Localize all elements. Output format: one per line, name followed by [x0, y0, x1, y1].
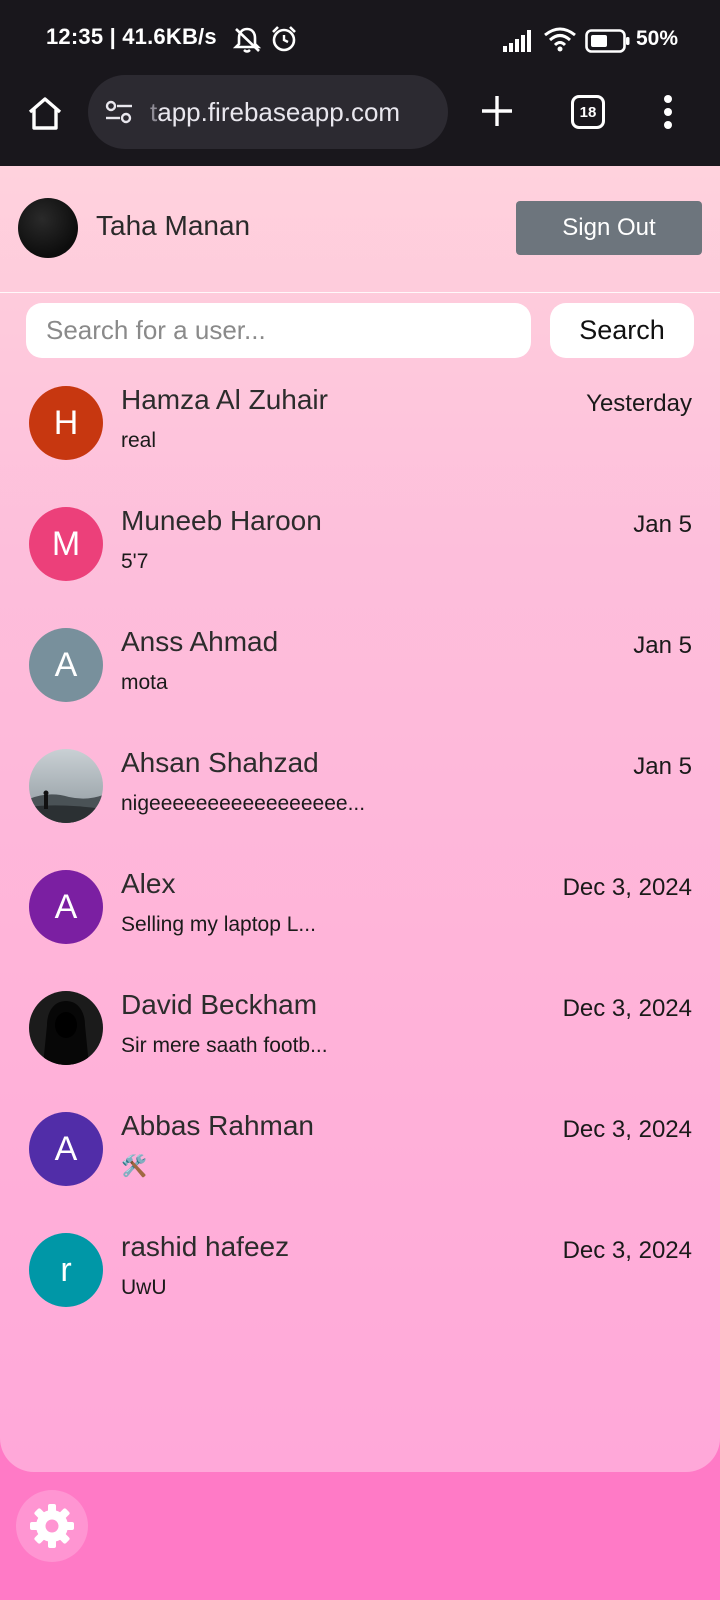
avatar-photo [29, 749, 103, 823]
chat-timestamp: Dec 3, 2024 [562, 874, 692, 901]
sign-out-button[interactable]: Sign Out [516, 201, 702, 255]
hooded-figure-photo [29, 991, 103, 1065]
search-button[interactable]: Search [550, 303, 694, 358]
tab-count: 18 [579, 103, 597, 121]
bell-off-icon [232, 27, 262, 53]
chat-last-message: nigeeeeeeeeeeeeeeeee... [121, 792, 366, 815]
status-time: 12:35 | 41.6KB/s [46, 24, 217, 49]
chat-last-message: real [121, 429, 157, 452]
chat-list-item[interactable]: H Hamza Al Zuhair real Yesterday [0, 370, 720, 491]
landscape-photo [29, 749, 103, 823]
header-divider [0, 292, 720, 293]
address-bar[interactable]: tapp.firebaseapp.com [88, 75, 448, 149]
chat-name: Abbas Rahman [121, 1110, 315, 1141]
page-info-icon[interactable] [104, 99, 134, 125]
signal-icon [503, 30, 531, 52]
battery-icon [585, 29, 630, 53]
browser-chrome: 12:35 | 41.6KB/s 50% tapp.firebaseapp.co… [0, 0, 720, 166]
chat-timestamp: Jan 5 [633, 511, 692, 538]
more-menu-icon[interactable] [662, 94, 674, 130]
chat-last-message: 5'7 [121, 550, 149, 573]
current-user-avatar[interactable] [18, 198, 78, 258]
avatar-photo [29, 991, 103, 1065]
chat-name: rashid hafeez [121, 1231, 290, 1262]
chat-timestamp: Dec 3, 2024 [562, 1116, 692, 1143]
avatar: A [29, 1112, 103, 1186]
chat-last-message: Selling my laptop L... [121, 913, 316, 936]
wifi-icon [544, 27, 576, 52]
chat-name: Muneeb Haroon [121, 505, 322, 536]
current-user-name: Taha Manan [96, 210, 251, 241]
chat-timestamp: Yesterday [586, 390, 692, 417]
avatar: A [29, 628, 103, 702]
avatar: A [29, 870, 103, 944]
tab-switcher-icon[interactable]: 18 [571, 95, 605, 129]
chat-list-item[interactable]: A Abbas Rahman 🛠️ Dec 3, 2024 [0, 1096, 720, 1217]
chat-list: H Hamza Al Zuhair real Yesterday M Munee… [0, 370, 720, 1338]
chat-app-panel: Taha Manan Sign Out Search for a user...… [0, 166, 720, 1472]
chat-timestamp: Dec 3, 2024 [562, 995, 692, 1022]
chat-timestamp: Dec 3, 2024 [562, 1237, 692, 1264]
chat-name: Hamza Al Zuhair [121, 384, 328, 415]
chat-list-item[interactable]: r rashid hafeez UwU Dec 3, 2024 [0, 1217, 720, 1338]
chat-list-item[interactable]: A Anss Ahmad mota Jan 5 [0, 612, 720, 733]
chat-timestamp: Jan 5 [633, 753, 692, 780]
gear-icon [30, 1504, 74, 1548]
home-button[interactable] [22, 90, 68, 136]
chat-timestamp: Jan 5 [633, 632, 692, 659]
url-domain: app.firebaseapp.com [157, 97, 401, 127]
chat-name: Anss Ahmad [121, 626, 279, 657]
avatar: M [29, 507, 103, 581]
chat-list-item[interactable]: David Beckham Sir mere saath footb... De… [0, 975, 720, 1096]
chat-name: Ahsan Shahzad [121, 747, 319, 778]
home-icon [28, 97, 62, 130]
chat-last-message: mota [121, 671, 168, 694]
chat-last-message: UwU [121, 1276, 167, 1299]
chat-name: Alex [121, 868, 176, 899]
chat-last-message: 🛠️ [121, 1155, 148, 1178]
new-tab-icon[interactable] [476, 90, 518, 132]
alarm-icon [272, 26, 296, 52]
chat-list-item[interactable]: Ahsan Shahzad nigeeeeeeeeeeeeeeeee... Ja… [0, 733, 720, 854]
url-text[interactable]: tapp.firebaseapp.com [150, 97, 400, 128]
battery-percent: 50% [636, 27, 679, 50]
avatar: H [29, 386, 103, 460]
search-input[interactable]: Search for a user... [26, 303, 531, 358]
chat-list-item[interactable]: A Alex Selling my laptop L... Dec 3, 202… [0, 854, 720, 975]
avatar: r [29, 1233, 103, 1307]
chat-last-message: Sir mere saath footb... [121, 1034, 328, 1057]
chat-list-item[interactable]: M Muneeb Haroon 5'7 Jan 5 [0, 491, 720, 612]
chat-name: David Beckham [121, 989, 318, 1020]
settings-button[interactable] [16, 1490, 88, 1562]
